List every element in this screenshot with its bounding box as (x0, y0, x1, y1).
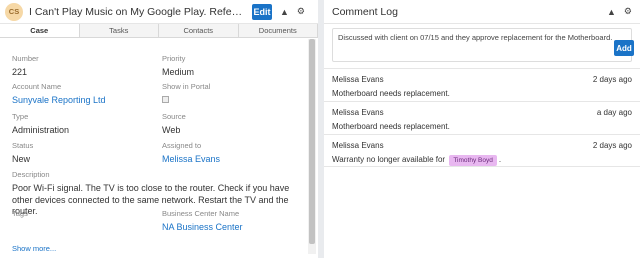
number-value: 221 (12, 67, 28, 77)
comment-log-panel: Comment Log ▲ ⚙ Discussed with client on… (324, 0, 640, 258)
comment-message: Warranty no longer available for Timothy… (332, 155, 632, 166)
tab-documents[interactable]: Documents (239, 24, 318, 37)
number-field: Number 221 (12, 54, 39, 77)
comment-author: Melissa Evans (332, 75, 384, 84)
source-field: Source Web (162, 112, 186, 135)
comment-message: Motherboard needs replacement. (332, 89, 450, 98)
case-title: I Can't Play Music on My Google Play. Re… (29, 5, 245, 18)
account-link[interactable]: Sunyvale Reporting Ltd (12, 95, 106, 105)
scrollbar-thumb[interactable] (309, 39, 315, 244)
comment-message-end: . (498, 155, 502, 164)
comment-time: a day ago (596, 108, 632, 117)
comment-input-text: Discussed with client on 07/15 and they … (338, 33, 613, 42)
comment-time: 2 days ago (592, 141, 632, 150)
gear-icon[interactable]: ⚙ (297, 6, 305, 17)
comment-message-text: Warranty no longer available for (332, 155, 446, 164)
comment-log-title: Comment Log (332, 5, 398, 18)
show-more-link[interactable]: Show more... (12, 244, 56, 253)
chevron-up-icon[interactable]: ▲ (607, 7, 616, 17)
case-tabs: Case Tasks Contacts Documents (0, 24, 318, 38)
type-label: Type (12, 112, 29, 121)
assigned-label: Assigned to (162, 141, 202, 150)
edit-button[interactable]: Edit (252, 3, 272, 20)
case-panel: CS I Can't Play Music on My Google Play.… (0, 0, 318, 258)
comment-time: 2 days ago (592, 75, 632, 84)
gear-icon[interactable]: ⚙ (624, 6, 632, 17)
account-label: Account Name (12, 82, 62, 91)
business-center-field: Business Center Name NA Business Center (162, 209, 243, 232)
case-scrollbar[interactable] (308, 39, 316, 254)
status-label: Status (12, 141, 34, 150)
case-avatar: CS (5, 2, 23, 21)
tab-contacts[interactable]: Contacts (159, 24, 239, 37)
portal-label: Show in Portal (162, 82, 211, 91)
comment-entry: Melissa Evans a day ago Motherboard need… (324, 101, 640, 132)
case-header: CS I Can't Play Music on My Google Play.… (0, 0, 318, 24)
type-value: Administration (12, 125, 70, 135)
status-value: New (12, 154, 31, 164)
comment-entry: Melissa Evans 2 days ago Motherboard nee… (324, 68, 640, 99)
number-label: Number (12, 54, 39, 63)
source-value: Web (162, 125, 181, 135)
chevron-up-icon[interactable]: ▲ (280, 7, 289, 17)
priority-label: Priority (162, 54, 186, 63)
comment-author: Melissa Evans (332, 141, 384, 150)
source-label: Source (162, 112, 186, 121)
tags-label: Tags (12, 209, 28, 218)
type-field: Type Administration (12, 112, 69, 135)
description-text: Poor Wi-Fi signal. The TV is too close t… (12, 183, 290, 216)
user-mention-tag[interactable]: Timothy Boyd (449, 155, 497, 166)
tab-case[interactable]: Case (0, 24, 80, 37)
comment-input[interactable]: Discussed with client on 07/15 and they … (332, 28, 632, 62)
account-field: Account Name Sunyvale Reporting Ltd (12, 82, 106, 105)
comment-log-header: Comment Log ▲ ⚙ (324, 0, 640, 24)
status-field: Status New (12, 141, 33, 164)
portal-field: Show in Portal (162, 82, 210, 103)
priority-value: Medium (162, 67, 195, 77)
assigned-field: Assigned to Melissa Evans (162, 141, 220, 164)
business-center-label: Business Center Name (162, 209, 240, 218)
description-field: Description Poor Wi-Fi signal. The TV is… (12, 170, 304, 218)
comment-author: Melissa Evans (332, 108, 384, 117)
business-center-link[interactable]: NA Business Center (162, 222, 243, 232)
tab-tasks[interactable]: Tasks (80, 24, 159, 37)
description-label: Description (12, 170, 50, 179)
comment-entry: Melissa Evans 2 days ago Warranty no lon… (324, 134, 640, 167)
portal-checkbox (162, 96, 169, 103)
comment-message: Motherboard needs replacement. (332, 122, 450, 131)
assigned-link[interactable]: Melissa Evans (162, 154, 220, 164)
tags-field: Tags (12, 209, 28, 218)
priority-field: Priority Medium (162, 54, 194, 77)
add-comment-button[interactable]: Add (614, 40, 634, 56)
